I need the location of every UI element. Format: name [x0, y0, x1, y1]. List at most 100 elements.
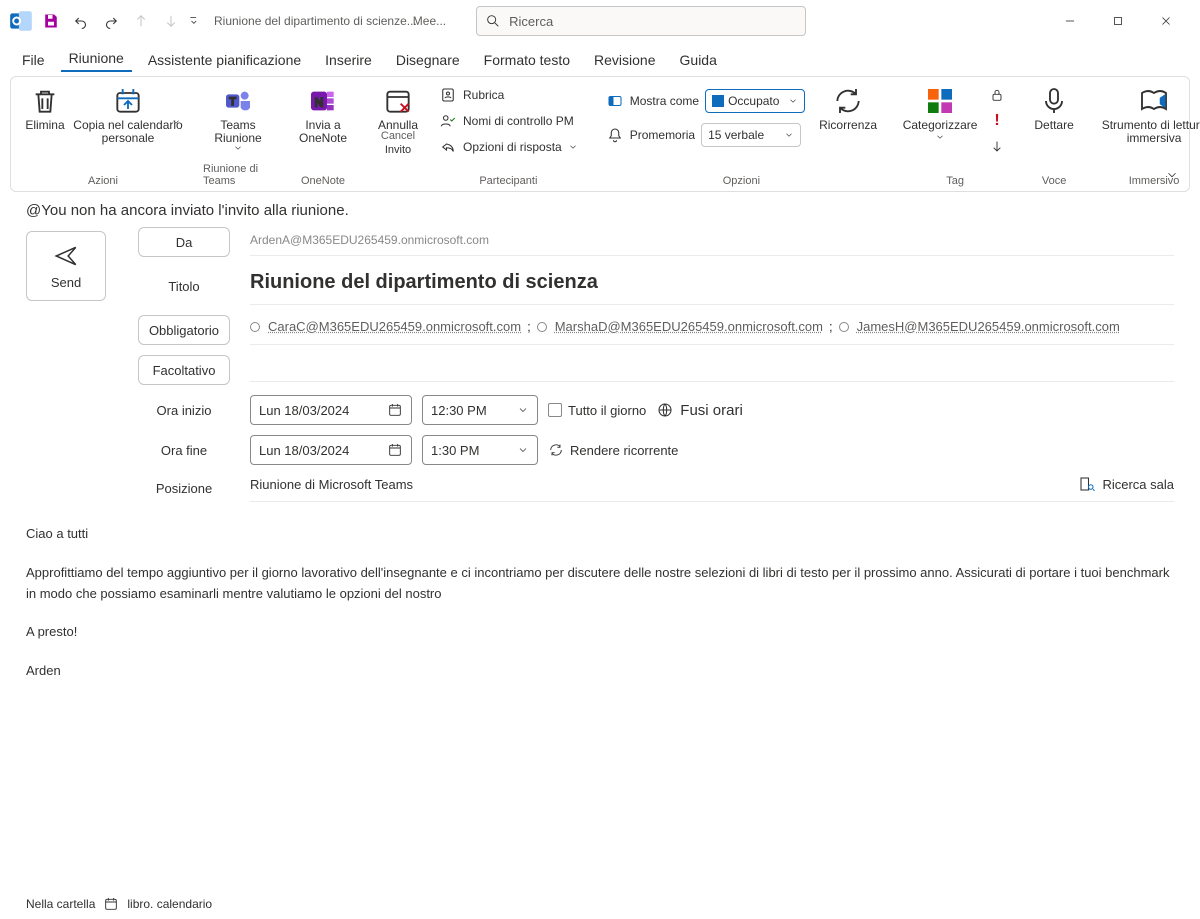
calendar-icon [387, 442, 403, 458]
exclamation-icon: ! [994, 112, 999, 130]
group-teams-label: Riunione di Teams [203, 161, 273, 191]
reminder-combo[interactable]: 15 verbale [701, 123, 801, 147]
qat-more-icon[interactable] [188, 8, 202, 34]
response-options-button[interactable]: Opzioni di risposta [435, 135, 582, 159]
recipient[interactable]: MarshaD@M365EDU265459.onmicrosoft.com [555, 319, 823, 334]
close-button[interactable] [1144, 6, 1188, 36]
send-button[interactable]: Send [26, 231, 106, 301]
copy-to-calendar-button[interactable]: Copia nel calendario personale [73, 83, 183, 157]
high-importance-button[interactable]: ! [985, 109, 1009, 133]
low-importance-button[interactable] [985, 135, 1009, 159]
body-line: Ciao a tutti [26, 524, 1174, 545]
group-options-label: Opzioni [723, 173, 760, 191]
arrow-down-icon [158, 8, 184, 34]
calendar-icon [387, 402, 403, 418]
optional-recipients[interactable] [250, 358, 1174, 382]
title-label: Titolo [138, 279, 230, 294]
bell-icon [606, 126, 624, 144]
presence-icon [537, 322, 547, 332]
person-check-icon [439, 112, 457, 130]
folder-prefix: Nella cartella [26, 897, 95, 911]
book-speaker-icon [1138, 85, 1170, 117]
room-finder-button[interactable]: Ricerca sala [1078, 475, 1174, 493]
maximize-button[interactable] [1096, 6, 1140, 36]
end-time-picker[interactable]: 1:30 PM [422, 435, 538, 465]
from-value: ArdenA@M365EDU265459.onmicrosoft.com [250, 229, 1174, 256]
from-button[interactable]: Da [138, 227, 230, 257]
start-time-label: Ora inizio [138, 403, 230, 418]
teams-meeting-button[interactable]: T Teams Riunione [203, 83, 273, 153]
recurrence-small-icon [548, 442, 564, 458]
search-placeholder: Ricerca [509, 14, 553, 29]
immersive-reader-button[interactable]: Strumento di lettura immersiva [1099, 83, 1200, 145]
search-icon [485, 13, 501, 29]
ribbon: Elimina Copia nel calendario personale A… [10, 76, 1190, 192]
room-search-icon [1078, 475, 1096, 493]
globe-icon [656, 401, 674, 419]
tab-review[interactable]: Revisione [586, 48, 663, 72]
delete-button[interactable]: Elimina [23, 83, 67, 132]
onenote-icon: N [307, 85, 339, 117]
start-time-picker[interactable]: 12:30 PM [422, 395, 538, 425]
checknames-button[interactable]: Nomi di controllo PM [435, 109, 582, 133]
categorize-button[interactable]: Categorizzare [901, 83, 979, 142]
redo-icon[interactable] [98, 8, 124, 34]
tab-format[interactable]: Formato testo [476, 48, 578, 72]
tab-insert[interactable]: Inserire [317, 48, 380, 72]
tab-file[interactable]: File [14, 48, 53, 72]
title-bar: Riunione del dipartimento di scienze... … [0, 0, 1200, 42]
location-input[interactable]: Riunione di Microsoft Teams [250, 477, 1078, 492]
search-box[interactable]: Ricerca [476, 6, 806, 36]
outlook-icon [8, 8, 34, 34]
microphone-icon [1038, 85, 1070, 117]
showas-combo[interactable]: Occupato [705, 89, 805, 113]
meeting-form: Send Da ArdenA@M365EDU265459.onmicrosoft… [26, 227, 1174, 502]
arrow-up-icon [128, 8, 154, 34]
svg-text:N: N [315, 95, 324, 109]
start-date-picker[interactable]: Lun 18/03/2024 [250, 395, 412, 425]
send-onenote-button[interactable]: N Invia a OneNote [293, 83, 353, 145]
recurrence-button[interactable]: Ricorrenza [815, 83, 881, 132]
presence-icon [839, 322, 849, 332]
ribbon-collapse-button[interactable] [1165, 168, 1179, 185]
group-voice-label: Voce [1042, 173, 1066, 191]
message-body[interactable]: Ciao a tutti Approfittiamo del tempo agg… [26, 524, 1174, 682]
addressbook-button[interactable]: Rubrica [435, 83, 582, 107]
cancel-invite-button[interactable]: Annulla Cancel Invito [373, 83, 423, 156]
unsent-notice: @You non ha ancora inviato l'invito alla… [26, 202, 1174, 219]
dictate-button[interactable]: Dettare [1029, 83, 1079, 132]
window-title-overlay: Mee... [413, 14, 446, 28]
send-icon [53, 243, 79, 269]
required-recipients[interactable]: CaraC@M365EDU265459.onmicrosoft.com; Mar… [250, 315, 1174, 345]
tab-draw[interactable]: Disegnare [388, 48, 468, 72]
tab-scheduling[interactable]: Assistente pianificazione [140, 48, 309, 72]
tab-help[interactable]: Guida [672, 48, 725, 72]
timezones-button[interactable]: Fusi orari [656, 401, 743, 419]
recipient[interactable]: JamesH@M365EDU265459.onmicrosoft.com [857, 319, 1120, 334]
recipient[interactable]: CaraC@M365EDU265459.onmicrosoft.com [268, 319, 521, 334]
ribbon-tabs: File Riunione Assistente pianificazione … [0, 42, 1200, 72]
undo-icon[interactable] [68, 8, 94, 34]
group-participants-label: Partecipanti [479, 173, 537, 191]
tab-meeting[interactable]: Riunione [61, 46, 132, 72]
recurrence-icon [832, 85, 864, 117]
optional-button[interactable]: Facoltativo [138, 355, 230, 385]
calendar-small-icon [103, 896, 119, 912]
location-label: Posizione [138, 481, 230, 496]
body-line: A presto! [26, 622, 1174, 643]
lock-icon [989, 87, 1005, 103]
make-recurring-button[interactable]: Rendere ricorrente [548, 442, 678, 458]
group-tags-label: Tag [946, 173, 964, 191]
required-button[interactable]: Obbligatorio [138, 315, 230, 345]
all-day-checkbox[interactable]: Tutto il giorno [548, 403, 646, 418]
save-icon[interactable] [38, 8, 64, 34]
folder-name: libro. calendario [127, 897, 212, 911]
presence-icon [250, 322, 260, 332]
private-button[interactable] [985, 83, 1009, 107]
reply-icon [439, 138, 457, 156]
minimize-button[interactable] [1048, 6, 1092, 36]
trash-icon [29, 85, 61, 117]
end-date-picker[interactable]: Lun 18/03/2024 [250, 435, 412, 465]
book-icon [439, 86, 457, 104]
title-input[interactable]: Riunione del dipartimento di scienza [250, 267, 1174, 305]
